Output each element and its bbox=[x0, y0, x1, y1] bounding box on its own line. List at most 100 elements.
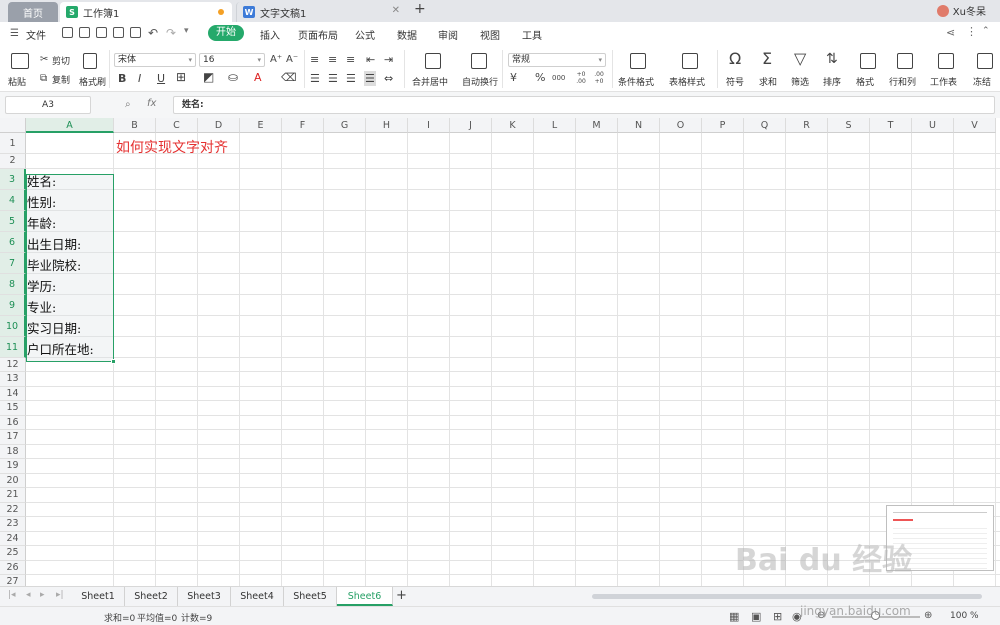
column-header-p[interactable]: P bbox=[702, 118, 744, 133]
hamburger-icon[interactable]: ☰ bbox=[10, 28, 19, 39]
decrease-decimal-button[interactable]: .00 +0 bbox=[592, 71, 606, 85]
column-header-o[interactable]: O bbox=[660, 118, 702, 133]
highlight-icon[interactable]: ⛀ bbox=[228, 71, 238, 84]
last-sheet-icon[interactable]: ▸| bbox=[56, 590, 64, 600]
sheet-tab-sheet1[interactable]: Sheet1 bbox=[72, 587, 125, 606]
menu-tools[interactable]: 工具 bbox=[522, 27, 542, 42]
align-top-icon[interactable]: ≡ bbox=[310, 53, 319, 66]
filter-button[interactable]: 筛选 bbox=[791, 75, 809, 88]
column-header-b[interactable]: B bbox=[114, 118, 156, 133]
column-header-c[interactable]: C bbox=[156, 118, 198, 133]
zoom-in-icon[interactable]: ⊕ bbox=[924, 610, 932, 621]
cell-a4[interactable]: 性别: bbox=[27, 192, 56, 211]
page-layout-view-icon[interactable]: ▣ bbox=[751, 610, 761, 623]
cut-button[interactable]: 剪切 bbox=[52, 54, 70, 67]
sum-icon[interactable]: Σ bbox=[762, 51, 772, 67]
row-header-1[interactable]: 1 bbox=[0, 133, 26, 154]
thousands-button[interactable]: 000 bbox=[552, 72, 565, 85]
table-style-icon[interactable] bbox=[682, 53, 698, 69]
row-header-15[interactable]: 15 bbox=[0, 401, 26, 416]
align-left-icon[interactable]: ☰ bbox=[310, 72, 320, 85]
row-header-25[interactable]: 25 bbox=[0, 546, 26, 561]
row-header-19[interactable]: 19 bbox=[0, 459, 26, 474]
print-icon[interactable] bbox=[113, 27, 124, 38]
conditional-format-button[interactable]: 条件格式 bbox=[618, 75, 654, 88]
row-header-2[interactable]: 2 bbox=[0, 154, 26, 169]
copy-button[interactable]: 复制 bbox=[52, 73, 70, 86]
symbol-icon[interactable]: Ω bbox=[729, 51, 741, 67]
distributed-align-icon[interactable]: ⇔ bbox=[384, 72, 393, 85]
export-icon[interactable] bbox=[96, 27, 107, 38]
indent-increase-icon[interactable]: ⇥ bbox=[384, 53, 393, 66]
menu-insert[interactable]: 插入 bbox=[260, 27, 280, 42]
align-right-icon[interactable]: ☰ bbox=[346, 72, 356, 85]
border-icon[interactable]: ⊞ bbox=[176, 71, 186, 84]
row-header-6[interactable]: 6 bbox=[0, 231, 26, 253]
column-header-t[interactable]: T bbox=[870, 118, 912, 133]
align-middle-icon[interactable]: ≡ bbox=[328, 53, 337, 66]
print-preview-icon[interactable] bbox=[130, 27, 141, 38]
save-icon[interactable] bbox=[79, 27, 90, 38]
conditional-format-icon[interactable] bbox=[630, 53, 646, 69]
italic-button[interactable]: I bbox=[138, 72, 141, 85]
format-button[interactable]: 格式 bbox=[856, 75, 874, 88]
menu-page-layout[interactable]: 页面布局 bbox=[298, 27, 338, 42]
cell-a10[interactable]: 实习日期: bbox=[27, 318, 81, 337]
add-sheet-icon[interactable]: + bbox=[396, 588, 407, 603]
underline-button[interactable]: U bbox=[157, 72, 165, 85]
merge-center-icon[interactable] bbox=[425, 53, 441, 69]
row-header-9[interactable]: 9 bbox=[0, 294, 26, 316]
row-col-icon[interactable] bbox=[897, 53, 913, 69]
tab-document[interactable]: W 文字文稿1 ✕ bbox=[236, 2, 408, 22]
sheet-tab-sheet6[interactable]: Sheet6 bbox=[337, 587, 393, 606]
format-painter-icon[interactable] bbox=[83, 53, 97, 69]
copy-icon[interactable]: ⧉ bbox=[40, 72, 47, 85]
page-break-view-icon[interactable]: ⊞ bbox=[773, 610, 782, 623]
column-header-k[interactable]: K bbox=[492, 118, 534, 133]
next-sheet-icon[interactable]: ▸ bbox=[40, 590, 45, 600]
worksheet-icon[interactable] bbox=[938, 53, 954, 69]
column-header-j[interactable]: J bbox=[450, 118, 492, 133]
cell-a3[interactable]: 姓名: bbox=[27, 171, 56, 190]
cell-B1[interactable]: 如何实现文字对齐 bbox=[116, 137, 228, 157]
menu-file[interactable]: 文件 bbox=[26, 27, 46, 42]
wrap-text-icon[interactable] bbox=[471, 53, 487, 69]
worksheet-button[interactable]: 工作表 bbox=[930, 75, 957, 88]
column-header-s[interactable]: S bbox=[828, 118, 870, 133]
sheet-tab-sheet5[interactable]: Sheet5 bbox=[284, 587, 337, 606]
column-header-n[interactable]: N bbox=[618, 118, 660, 133]
user-account[interactable]: Xu冬呆 bbox=[936, 3, 986, 18]
collapse-ribbon-icon[interactable]: ⌃ bbox=[982, 26, 990, 36]
sheet-tab-sheet2[interactable]: Sheet2 bbox=[125, 587, 178, 606]
decrease-font-icon[interactable]: A⁻ bbox=[286, 53, 298, 66]
column-header-u[interactable]: U bbox=[912, 118, 954, 133]
row-header-16[interactable]: 16 bbox=[0, 415, 26, 430]
menu-home[interactable]: 开始 bbox=[208, 25, 244, 41]
customize-quickbar-icon[interactable]: ▾ bbox=[184, 26, 189, 36]
wrap-text-button[interactable]: 自动换行 bbox=[462, 75, 498, 88]
cell-a9[interactable]: 专业: bbox=[27, 297, 56, 316]
prev-sheet-icon[interactable]: ◂ bbox=[26, 590, 31, 600]
table-style-button[interactable]: 表格样式 bbox=[669, 75, 705, 88]
filter-icon[interactable]: ▽ bbox=[794, 51, 806, 67]
row-header-27[interactable]: 27 bbox=[0, 575, 26, 586]
font-size-select[interactable]: 16 ▾ bbox=[199, 53, 265, 67]
row-header-5[interactable]: 5 bbox=[0, 210, 26, 232]
row-header-14[interactable]: 14 bbox=[0, 386, 26, 401]
format-painter-button[interactable]: 格式刷 bbox=[79, 75, 106, 88]
row-header-10[interactable]: 10 bbox=[0, 315, 26, 337]
spreadsheet-grid[interactable]: ABCDEFGHIJKLMNOPQRSTUV 1 2 3 4 5 6 7 8 9 10 11 12 13… bbox=[0, 118, 1000, 586]
row-header-11[interactable]: 11 bbox=[0, 336, 26, 358]
open-folder-icon[interactable] bbox=[62, 27, 73, 38]
number-format-select[interactable]: 常规 ▾ bbox=[508, 53, 606, 67]
row-header-18[interactable]: 18 bbox=[0, 444, 26, 459]
merge-center-button[interactable]: 合并居中 bbox=[412, 75, 448, 88]
align-center-icon[interactable]: ☰ bbox=[328, 72, 338, 85]
first-sheet-icon[interactable]: |◂ bbox=[8, 590, 16, 600]
column-header-l[interactable]: L bbox=[534, 118, 576, 133]
menu-data[interactable]: 数据 bbox=[397, 27, 417, 42]
align-bottom-icon[interactable]: ≡ bbox=[346, 53, 355, 66]
sheet-tab-sheet4[interactable]: Sheet4 bbox=[231, 587, 284, 606]
row-header-17[interactable]: 17 bbox=[0, 430, 26, 445]
clear-format-icon[interactable]: ⌫ bbox=[281, 71, 297, 84]
